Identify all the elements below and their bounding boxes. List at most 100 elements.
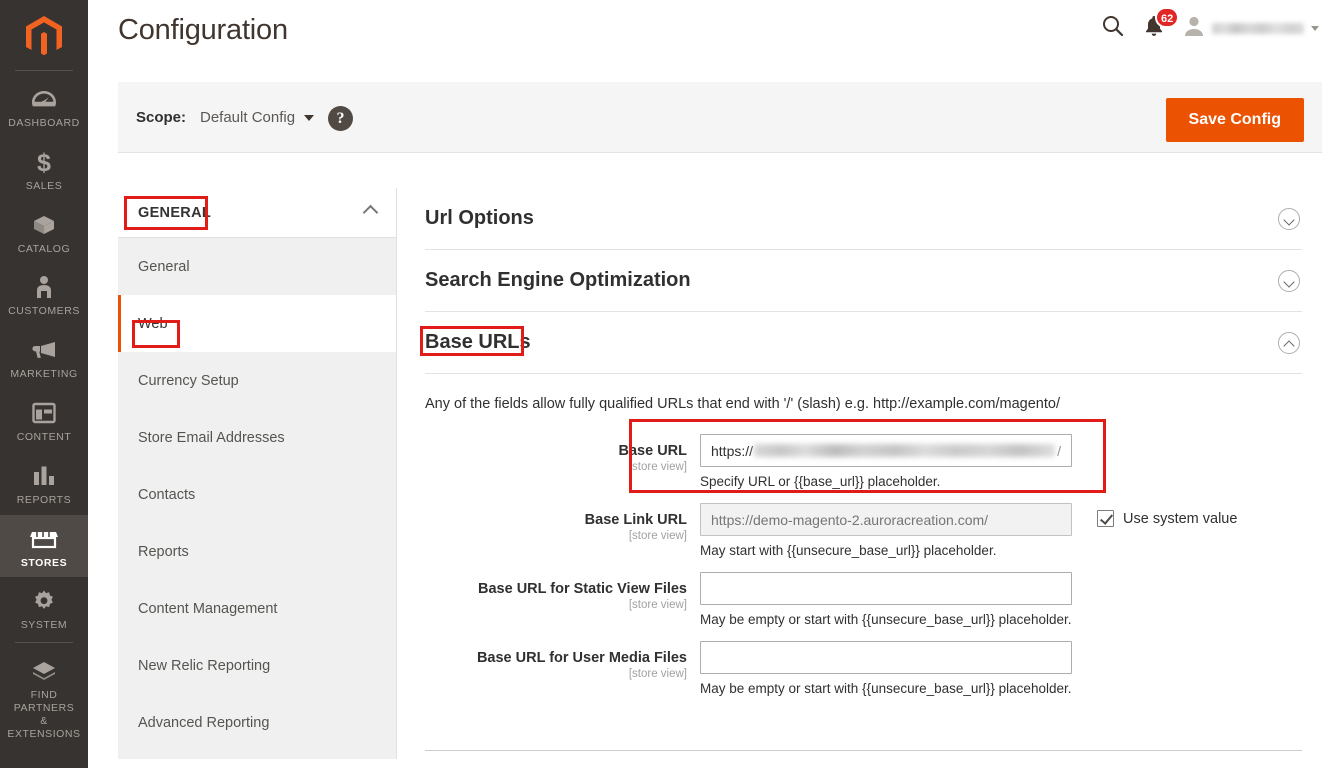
rail-item-marketing[interactable]: Marketing [0, 326, 88, 389]
field-scope: [store view] [628, 668, 687, 681]
field-label-group: Base Link URL [store view] [425, 503, 700, 542]
field-note: May start with {{unsecure_base_url}} pla… [700, 543, 997, 558]
field-scope: [store view] [628, 530, 687, 543]
section-title: Base URLs [425, 331, 531, 353]
rail-item-sales[interactable]: $ Sales [0, 138, 88, 201]
section-search-engine-optimization[interactable]: Search Engine Optimization [425, 250, 1302, 312]
user-menu[interactable] [1183, 14, 1319, 43]
page-header: Configuration 62 [88, 0, 1341, 72]
layout-window-icon [32, 400, 56, 426]
rail-item-stores[interactable]: Stores [0, 514, 88, 578]
static-view-url-input-wrap[interactable] [700, 572, 1072, 605]
user-avatar-icon [1183, 14, 1205, 43]
header-actions: 62 [1101, 7, 1319, 43]
admin-sidebar-rail: Dashboard $ Sales Catalog Customers Mark… [0, 0, 88, 768]
section-title: Search Engine Optimization [425, 269, 691, 291]
section-base-urls[interactable]: Base URLs [425, 312, 1302, 374]
scope-label: Scope: [136, 109, 187, 126]
config-item-new-relic-reporting[interactable]: New Relic Reporting [118, 637, 396, 694]
box-icon [31, 212, 57, 238]
page-title: Configuration [118, 14, 288, 46]
scope-selected-value: Default Config [200, 109, 296, 126]
scope-selector[interactable]: Default Config [200, 109, 315, 126]
config-item-contacts[interactable]: Contacts [118, 466, 396, 523]
magento-logo[interactable] [22, 14, 66, 58]
magento-admin-configuration-page: Dashboard $ Sales Catalog Customers Mark… [0, 0, 1341, 768]
field-note: Specify URL or {{base_url}} placeholder. [700, 474, 941, 489]
config-item-advanced-reporting[interactable]: Advanced Reporting [118, 694, 396, 751]
config-item-web[interactable]: Web [118, 295, 396, 352]
user-name-masked [1212, 23, 1304, 34]
question-mark-icon[interactable]: ? [328, 106, 353, 131]
config-item-label: New Relic Reporting [138, 657, 271, 674]
gear-icon [32, 588, 56, 614]
rail-label: Customers [8, 305, 80, 318]
extension-block-icon [31, 658, 57, 684]
dollar-sign-icon: $ [35, 149, 53, 175]
base-url-trailing-slash: / [1057, 442, 1061, 459]
megaphone-icon [31, 337, 57, 363]
rail-label: Dashboard [8, 117, 80, 129]
field-label-group: Base URL [store view] [425, 434, 700, 473]
config-item-label: Contacts [138, 486, 196, 503]
configuration-nav: GENERAL General Web Currency Setup Store… [118, 188, 397, 759]
dashboard-gauge-icon [31, 86, 57, 112]
config-group-general[interactable]: GENERAL [118, 188, 396, 238]
config-item-content-management[interactable]: Content Management [118, 580, 396, 637]
section-url-options[interactable]: Url Options [425, 188, 1302, 250]
base-urls-intro-text: Any of the fields allow fully qualified … [425, 396, 1060, 412]
base-url-user-media-files-input[interactable] [711, 649, 1061, 666]
config-item-reports[interactable]: Reports [118, 523, 396, 580]
rail-item-system[interactable]: System [0, 577, 88, 640]
storefront-icon [30, 526, 58, 552]
rail-item-catalog[interactable]: Catalog [0, 201, 88, 264]
field-note: May be empty or start with {{unsecure_ba… [700, 612, 1072, 627]
chevron-down-circle-icon[interactable] [1278, 270, 1300, 292]
rail-divider-bottom [15, 642, 73, 644]
field-row-base-url-user-media-files: Base URL for User Media Files [store vie… [425, 641, 1302, 696]
rail-item-customers[interactable]: Customers [0, 263, 88, 326]
config-item-currency-setup[interactable]: Currency Setup [118, 352, 396, 409]
rail-divider-top [15, 70, 73, 71]
field-row-base-url: Base URL [store view] https:// / Specify… [425, 434, 1302, 489]
config-group-title: GENERAL [138, 204, 211, 221]
field-control: May be empty or start with {{unsecure_ba… [700, 641, 1072, 696]
save-config-button[interactable]: Save Config [1165, 98, 1304, 142]
rail-item-content[interactable]: Content [0, 389, 88, 452]
use-system-value-base-link-url[interactable]: Use system value [1097, 510, 1237, 527]
field-label: Base Link URL [584, 512, 687, 528]
config-item-label: Reports [138, 543, 189, 560]
rail-item-reports[interactable]: Reports [0, 452, 88, 515]
base-url-input[interactable]: https:// / [700, 434, 1072, 467]
field-row-base-url-static-view-files: Base URL for Static View Files [store vi… [425, 572, 1302, 627]
configuration-content: Url Options Search Engine Optimization B… [397, 188, 1322, 768]
rail-label: Reports [16, 493, 72, 506]
field-note: May be empty or start with {{unsecure_ba… [700, 681, 1072, 696]
config-item-general[interactable]: General [118, 238, 396, 295]
person-icon [35, 274, 53, 300]
rail-label: Sales [25, 179, 63, 192]
rail-item-dashboard[interactable]: Dashboard [0, 75, 88, 138]
config-item-label: Content Management [138, 600, 278, 617]
base-urls-body: Any of the fields allow fully qualified … [425, 374, 1302, 696]
field-control: https:// / Specify URL or {{base_url}} p… [700, 434, 1072, 489]
user-media-url-input-wrap[interactable] [700, 641, 1072, 674]
use-system-value-checkbox[interactable] [1097, 510, 1114, 527]
config-item-store-email-addresses[interactable]: Store Email Addresses [118, 409, 396, 466]
global-search-button[interactable] [1101, 14, 1125, 43]
base-url-protocol: https:// [711, 442, 754, 459]
field-control: May be empty or start with {{unsecure_ba… [700, 572, 1072, 627]
config-item-label: Store Email Addresses [138, 429, 285, 446]
field-row-base-link-url: Base Link URL [store view] May start wit… [425, 503, 1302, 558]
rail-item-find-partners[interactable]: Find Partners & Extensions [0, 647, 88, 748]
base-link-url-input-wrap [700, 503, 1072, 536]
base-url-redacted-region [754, 444, 1056, 457]
field-scope: [store view] [628, 599, 687, 612]
chevron-up-circle-icon[interactable] [1278, 332, 1300, 354]
notifications-button[interactable]: 62 [1143, 7, 1180, 43]
base-url-static-view-files-input[interactable] [711, 580, 1061, 597]
config-item-label: Advanced Reporting [138, 714, 270, 731]
chevron-down-circle-icon[interactable] [1278, 208, 1300, 230]
field-scope: [store view] [628, 461, 687, 474]
config-item-label: Currency Setup [138, 372, 239, 389]
